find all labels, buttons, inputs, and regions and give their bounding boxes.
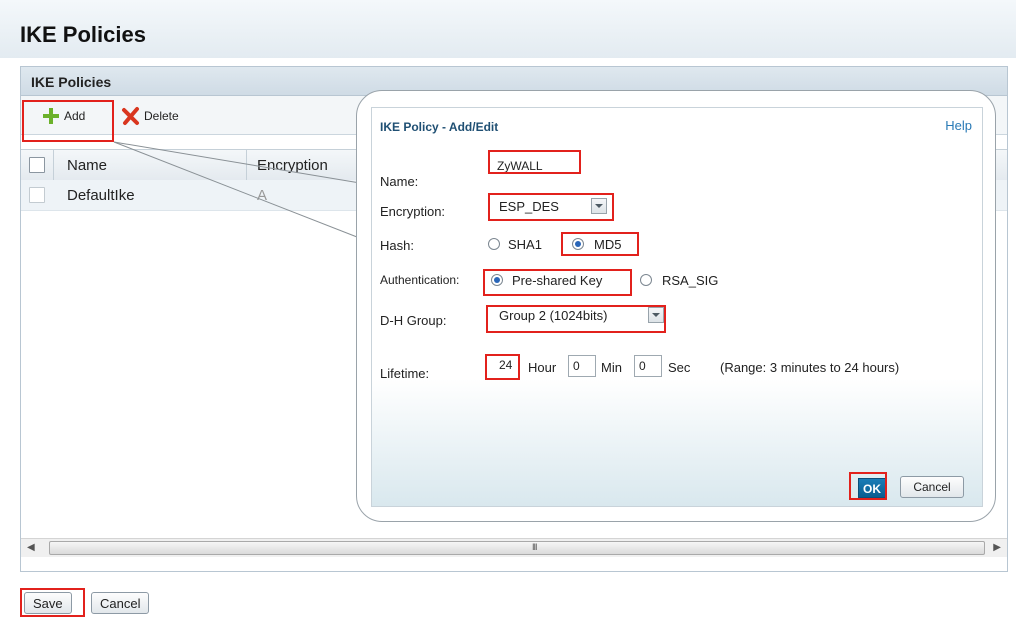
auth-rsa-radio[interactable] [640,274,652,286]
dialog-cancel-button[interactable]: Cancel [900,476,964,498]
ok-button[interactable]: OK [858,478,886,498]
save-button[interactable]: Save [24,592,72,614]
lifetime-min-input[interactable]: 0 [568,355,596,377]
encryption-select[interactable]: ESP_DES [493,197,613,217]
cancel-button[interactable]: Cancel [91,592,150,614]
chevron-down-icon[interactable] [591,198,607,214]
encryption-label: Encryption: [380,204,446,219]
authentication-label: Authentication: [380,273,460,287]
auth-psk-label: Pre-shared Key [512,273,603,288]
hash-md5-label: MD5 [594,237,622,252]
hash-md5-radio[interactable] [572,238,584,250]
auth-rsa-label: RSA_SIG [662,273,719,288]
hash-sha1-label: SHA1 [508,237,542,252]
dialog-title: IKE Policy - Add/Edit [380,120,499,134]
hour-unit: Hour [528,360,557,375]
lifetime-hour-input[interactable]: 24 [495,355,523,377]
hash-sha1-radio[interactable] [488,238,500,250]
min-unit: Min [601,360,622,375]
encryption-value: ESP_DES [499,199,559,214]
dh-group-value: Group 2 (1024bits) [499,308,608,323]
sec-unit: Sec [668,360,691,375]
dh-group-label: D-H Group: [380,313,447,328]
name-field[interactable]: ZyWALL [493,156,577,176]
lifetime-sec-input[interactable]: 0 [634,355,662,377]
name-label: Name: [380,174,419,189]
auth-psk-radio[interactable] [491,274,503,286]
ike-policy-dialog-callout: IKE Policy - Add/Edit Help Name: ZyWALL … [356,90,996,522]
chevron-down-icon[interactable] [648,307,664,323]
dh-group-select[interactable]: Group 2 (1024bits) [493,306,669,326]
help-link[interactable]: Help [945,118,972,133]
lifetime-range-note: (Range: 3 minutes to 24 hours) [720,360,900,375]
lifetime-label: Lifetime: [380,366,430,381]
ike-policy-dialog: IKE Policy - Add/Edit Help Name: ZyWALL … [371,107,983,507]
hash-label: Hash: [380,238,414,253]
